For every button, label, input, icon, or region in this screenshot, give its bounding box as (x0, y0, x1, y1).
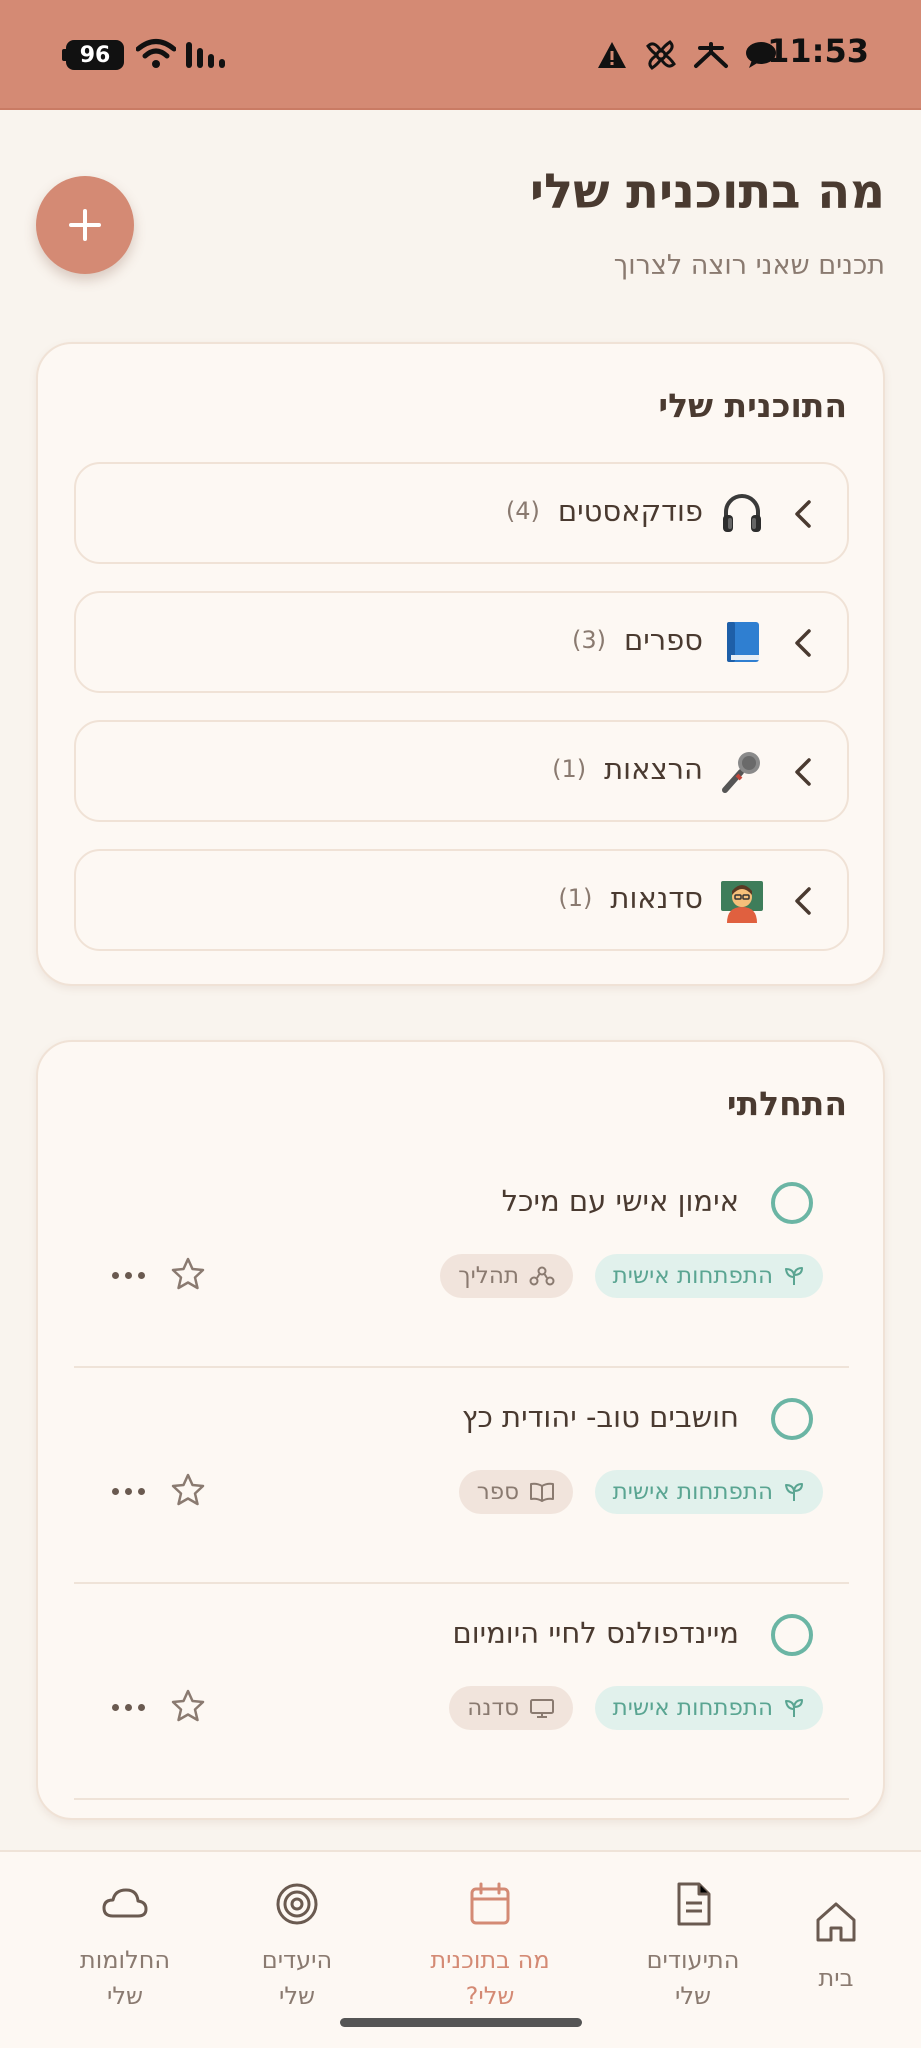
nav-label-line2: שלי (674, 1982, 711, 2010)
chevron-left-icon (795, 887, 811, 915)
plus-icon (69, 209, 101, 241)
nav-item-plan[interactable]: מה בתוכנית שלי? (415, 1876, 565, 2014)
page-subtitle: תכנים שאני רוצה לצרוך (613, 250, 885, 281)
nav-label-line1: החלומות (79, 1946, 171, 1974)
category-count: (1) (558, 884, 593, 912)
item-title: מיינדפולנס לחיי היומיום (452, 1616, 739, 1650)
category-name: סדנאות (610, 881, 703, 915)
star-icon[interactable] (170, 1256, 206, 1292)
status-bar: 96 11:53 (0, 0, 921, 110)
calendar-icon (470, 1882, 510, 1925)
battery-indicator: 96 (66, 40, 124, 70)
warning-icon (598, 42, 626, 68)
category-tag-label: התפתחות אישית (612, 1263, 773, 1289)
type-tag-label: תהליך (458, 1263, 519, 1289)
type-tag-label: ספר (476, 1479, 519, 1505)
sprout-icon (785, 1483, 803, 1501)
more-options-icon[interactable] (112, 1488, 145, 1495)
plan-card: התוכנית שלי פודקאסטים (4) ספרים (3) הרצא… (36, 342, 885, 986)
signal-icon (186, 42, 225, 68)
microphone-emoji (722, 752, 760, 793)
cloud-icon (102, 1888, 148, 1918)
complete-checkbox[interactable] (771, 1398, 813, 1440)
category-count: (1) (552, 755, 587, 783)
nav-item-goals[interactable]: היעדים שלי (222, 1876, 372, 2014)
type-tag: סדנה (449, 1686, 573, 1730)
battery-level: 96 (79, 42, 111, 68)
nav-item-records[interactable]: התיעודים שלי (618, 1876, 768, 2014)
type-tag: תהליך (440, 1254, 573, 1298)
category-count: (4) (505, 497, 540, 525)
network-icon (694, 42, 728, 68)
pinwheel-icon (646, 40, 676, 70)
category-tag: התפתחות אישית (594, 1470, 823, 1514)
nav-label-line1: בית (818, 1964, 854, 1992)
more-options-icon[interactable] (112, 1704, 145, 1711)
chevron-left-icon (795, 629, 811, 657)
chevron-left-icon (795, 500, 811, 528)
item-title: אימון אישי עם מיכל (501, 1184, 739, 1218)
started-card: התחלתי אימון אישי עם מיכל התפתחות אישית … (36, 1040, 885, 1820)
headphones-emoji (723, 494, 761, 532)
home-indicator[interactable] (340, 2018, 582, 2027)
complete-checkbox[interactable] (771, 1182, 813, 1224)
list-item[interactable]: חושבים טוב- יהודית כץ התפתחות אישית ספר (74, 1368, 849, 1584)
star-icon[interactable] (170, 1472, 206, 1508)
presentation-icon (530, 1699, 554, 1718)
teacher-emoji (721, 881, 763, 923)
category-count: (3) (571, 626, 606, 654)
category-row-workshops[interactable]: סדנאות (1) (74, 849, 849, 951)
nav-label-line1: היעדים (261, 1946, 333, 1974)
nav-item-dreams[interactable]: החלומות שלי (50, 1876, 200, 2014)
category-row-lectures[interactable]: הרצאות (1) (74, 720, 849, 822)
target-icon (276, 1883, 318, 1925)
document-icon (677, 1882, 711, 1926)
blue-book-emoji (727, 622, 759, 662)
nav-label-line2: שלי (278, 1982, 315, 2010)
type-tag: ספר (458, 1470, 573, 1514)
wifi-icon (136, 39, 176, 68)
nav-label-line2: שלי? (465, 1982, 515, 2010)
category-label: ספרים (3) (572, 623, 703, 657)
category-row-podcasts[interactable]: פודקאסטים (4) (74, 462, 849, 564)
nav-label-line2: שלי (106, 1982, 143, 2010)
nav-label-line1: התיעודים (646, 1946, 740, 1974)
home-icon (816, 1902, 856, 1942)
complete-checkbox[interactable] (771, 1614, 813, 1656)
category-name: פודקאסטים (557, 494, 703, 528)
nav-item-home[interactable]: בית (761, 1894, 911, 1996)
star-icon[interactable] (170, 1688, 206, 1724)
chevron-left-icon (795, 758, 811, 786)
page-title: מה בתוכנית שלי (529, 164, 885, 220)
category-tag-label: התפתחות אישית (612, 1479, 773, 1505)
category-tag: התפתחות אישית (594, 1254, 823, 1298)
category-name: ספרים (623, 623, 703, 657)
started-card-title: התחלתי (726, 1084, 847, 1123)
list-item[interactable]: אימון אישי עם מיכל התפתחות אישית תהליך (74, 1152, 849, 1368)
item-title: חושבים טוב- יהודית כץ (461, 1400, 739, 1434)
category-tag: התפתחות אישית (594, 1686, 823, 1730)
clock: 11:53 (767, 32, 869, 70)
plan-card-title: התוכנית שלי (658, 386, 847, 425)
battery-tip (62, 49, 67, 61)
category-label: הרצאות (1) (552, 752, 703, 786)
category-name: הרצאות (604, 752, 703, 786)
book-icon (530, 1482, 554, 1502)
sprout-icon (785, 1699, 803, 1717)
list-item[interactable]: מיינדפולנס לחיי היומיום התפתחות אישית סד… (74, 1584, 849, 1800)
type-tag-label: סדנה (467, 1695, 519, 1721)
process-icon (529, 1266, 555, 1286)
category-label: פודקאסטים (4) (506, 494, 703, 528)
category-label: סדנאות (1) (558, 881, 703, 915)
add-button[interactable] (36, 176, 134, 274)
sprout-icon (785, 1267, 803, 1285)
more-options-icon[interactable] (112, 1272, 145, 1279)
nav-label-line1: מה בתוכנית (430, 1946, 550, 1974)
category-row-books[interactable]: ספרים (3) (74, 591, 849, 693)
category-tag-label: התפתחות אישית (612, 1695, 773, 1721)
